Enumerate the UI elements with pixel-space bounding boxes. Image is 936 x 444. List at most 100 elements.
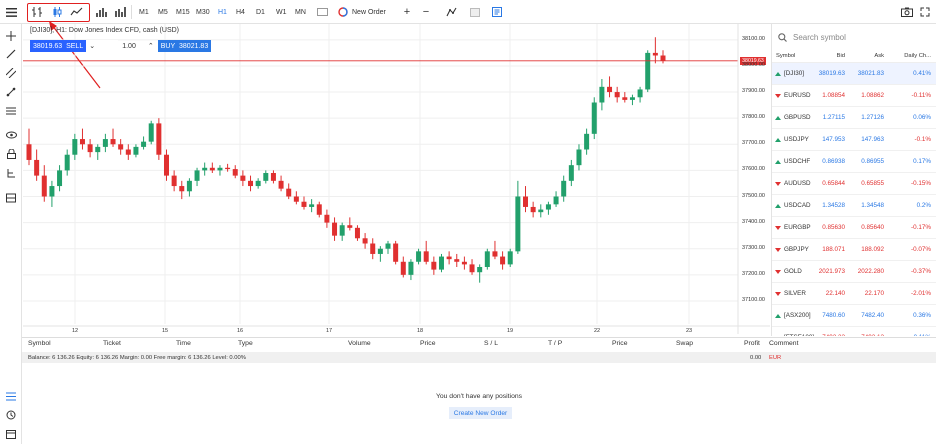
candle-body [41, 175, 47, 197]
col-symbol[interactable]: Symbol [28, 340, 51, 347]
watchlist-row[interactable]: USDJPY 147.953 147.963 -0.1% [772, 129, 936, 151]
col-bid[interactable]: Bid [837, 53, 845, 59]
watchlist-row[interactable]: GOLD 2021.973 2022.280 -0.37% [772, 261, 936, 283]
zoom-out-button[interactable]: − [421, 4, 431, 20]
watchlist-bid: 0.86938 [822, 158, 845, 165]
menu-icon[interactable] [4, 4, 18, 20]
history-icon[interactable] [4, 408, 18, 422]
watchlist-daily-change: -2.01% [911, 290, 931, 297]
watchlist-symbol: GBPJPY [784, 246, 809, 253]
col-price-open[interactable]: Price [420, 340, 436, 347]
search-input[interactable]: Search symbol [778, 30, 930, 44]
price-chart[interactable] [23, 24, 770, 334]
watchlist-daily-change: -0.1% [914, 136, 931, 143]
buy-price: 38021.83 [179, 42, 209, 50]
col-comment[interactable]: Comment [769, 340, 798, 347]
candle-body [400, 261, 406, 275]
search-placeholder: Search symbol [793, 32, 846, 42]
positions-list-icon[interactable] [4, 389, 18, 403]
date-tick-label: 18 [417, 328, 424, 334]
watchlist-row[interactable]: GBPJPY 188.071 188.092 -0.07% [772, 239, 936, 261]
col-daily-change[interactable]: Daily Ch... [904, 53, 931, 59]
col-volume[interactable]: Volume [348, 340, 371, 347]
layers-icon[interactable] [4, 191, 18, 205]
chart-title: [DJI30], H1: Dow Jones Index CFD, cash (… [30, 27, 179, 34]
drawing-tool-icon[interactable] [445, 4, 458, 20]
watchlist-row[interactable]: GBPUSD 1.27115 1.27126 0.06% [772, 107, 936, 129]
col-symbol[interactable]: Symbol [776, 53, 795, 59]
col-time[interactable]: Time [176, 340, 191, 347]
watchlist-row[interactable]: EURGBP 0.85630 0.85640 -0.17% [772, 217, 936, 239]
eye-icon[interactable] [4, 128, 18, 142]
watchlist-ask: 7493.12 [861, 334, 884, 336]
channel-icon[interactable] [4, 66, 18, 80]
watchlist-row[interactable]: [FTSE100] 7492.32 7493.12 0.11% [772, 327, 936, 336]
timeframe-m30[interactable]: M30 [196, 5, 210, 19]
candle-body [354, 227, 360, 239]
fullscreen-icon[interactable] [918, 4, 931, 20]
watchlist-header: Symbol Bid Ask Daily Ch... [772, 53, 936, 63]
chevron-up-icon[interactable]: ⌃ [140, 40, 158, 52]
candle-body [248, 180, 254, 187]
timeframe-h4[interactable]: H4 [236, 5, 245, 19]
col-profit[interactable]: Profit [744, 340, 760, 347]
volume-stepper[interactable]: ⌄ [86, 40, 119, 52]
settings-panel-icon[interactable] [491, 4, 503, 20]
lock-icon[interactable] [4, 147, 18, 161]
candle-body [561, 180, 567, 197]
timeframe-mn[interactable]: MN [295, 5, 306, 19]
timeframe-d1[interactable]: D1 [256, 5, 265, 19]
watchlist-row[interactable]: USDCAD 1.34528 1.34548 0.2% [772, 195, 936, 217]
volume-input[interactable]: 1.00 [118, 40, 140, 52]
candle-body [324, 214, 330, 223]
up-arrow-icon [775, 137, 781, 142]
timeframe-m5[interactable]: M5 [158, 5, 168, 19]
ray-icon[interactable] [4, 85, 18, 99]
new-order-button[interactable]: New Order [338, 4, 402, 20]
watchlist-daily-change: -0.37% [911, 268, 931, 275]
sell-price: 38019.63 [33, 42, 63, 50]
watchlist-row[interactable]: USDCHF 0.86938 0.86955 0.17% [772, 151, 936, 173]
zoom-in-button[interactable]: + [402, 4, 412, 20]
bars-icon[interactable] [114, 4, 126, 20]
market-watch-panel: Search symbol Symbol Bid Ask Daily Ch...… [771, 24, 936, 336]
candle-body [576, 149, 582, 166]
sell-button[interactable]: 38019.63 SELL [30, 40, 87, 52]
hierarchy-icon[interactable] [4, 167, 18, 181]
col-swap[interactable]: Swap [676, 340, 693, 347]
indicator-icon[interactable] [316, 4, 328, 20]
chevron-down-icon[interactable]: ⌄ [89, 42, 95, 50]
candle-body [607, 86, 613, 93]
trend-line-icon[interactable] [4, 47, 18, 61]
timeframe-m15[interactable]: M15 [176, 5, 190, 19]
col-stop-loss[interactable]: S / L [484, 340, 498, 347]
timeframe-h1[interactable]: H1 [218, 5, 227, 19]
candle-body [26, 144, 32, 160]
col-ask[interactable]: Ask [874, 53, 884, 59]
crosshair-icon[interactable] [4, 29, 18, 43]
watchlist-row[interactable]: AUDUSD 0.65844 0.65855 -0.15% [772, 173, 936, 195]
top-toolbar: M1 M5 M15 M30 H1 H4 D1 W1 MN New Order +… [0, 0, 936, 24]
candle-body [660, 55, 666, 61]
up-arrow-icon [775, 203, 781, 208]
create-new-order-button[interactable]: Create New Order [449, 407, 512, 419]
buy-button[interactable]: BUY 38021.83 [157, 40, 212, 52]
watchlist-row[interactable]: SILVER 22.140 22.170 -2.01% [772, 283, 936, 305]
date-tick-label: 12 [72, 328, 79, 334]
screenshot-icon[interactable] [900, 4, 913, 20]
col-ticket[interactable]: Ticket [103, 340, 121, 347]
timeframe-w1[interactable]: W1 [276, 5, 287, 19]
watchlist-ask: 22.170 [864, 290, 884, 297]
col-price-current[interactable]: Price [612, 340, 628, 347]
calendar-icon[interactable] [4, 427, 18, 441]
watchlist-row[interactable]: EURUSD 1.08854 1.08862 -0.11% [772, 85, 936, 107]
fibonacci-icon[interactable] [4, 104, 18, 118]
watchlist-row[interactable]: [DJI30] 38019.63 38021.83 0.41% [772, 63, 936, 85]
candle-body [477, 267, 483, 273]
watchlist-row[interactable]: [ASX200] 7480.60 7482.40 0.36% [772, 305, 936, 327]
template-icon[interactable] [469, 4, 481, 20]
col-type[interactable]: Type [238, 340, 253, 347]
timeframe-m1[interactable]: M1 [139, 5, 149, 19]
candle-body [408, 261, 414, 275]
col-take-profit[interactable]: T / P [548, 340, 562, 347]
